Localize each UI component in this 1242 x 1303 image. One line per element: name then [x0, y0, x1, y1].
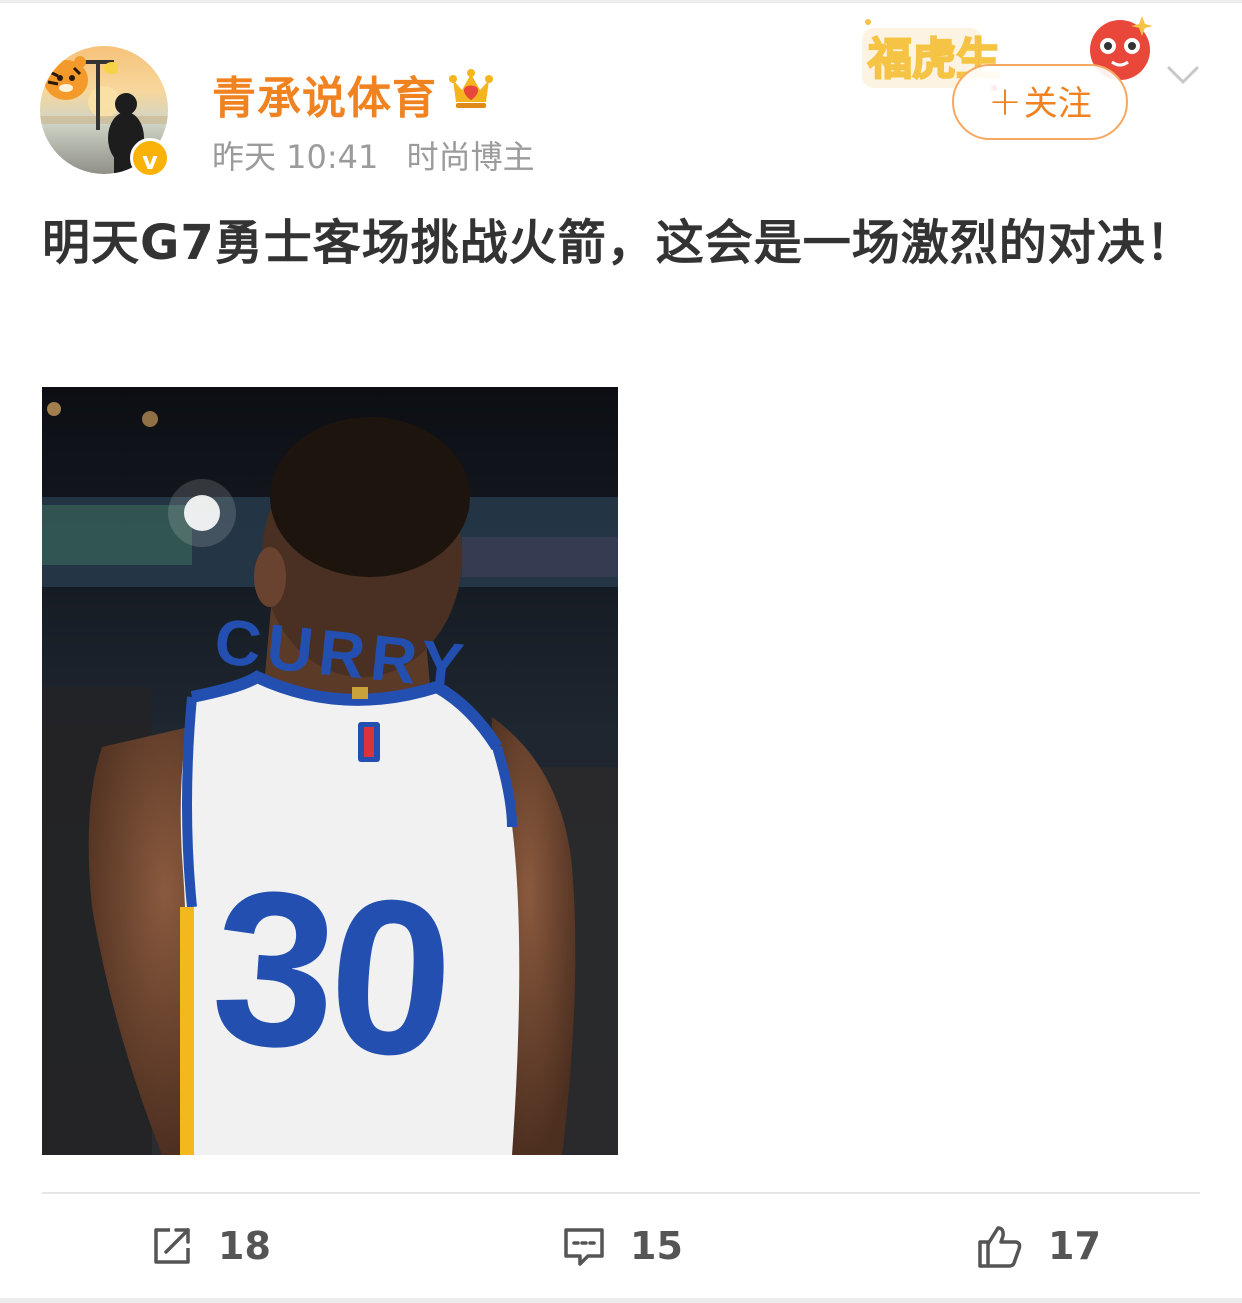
verified-badge-icon: v — [130, 138, 170, 178]
repost-button[interactable]: 18 — [150, 1220, 271, 1272]
divider — [42, 1192, 1200, 1194]
comment-icon — [564, 1228, 604, 1266]
repost-icon — [154, 1228, 190, 1264]
follow-button-label: 关注 — [1023, 84, 1092, 124]
post-text: 明天G7勇士客场挑战火箭，这会是一场激烈的对决！ — [42, 215, 1195, 271]
bottom-border — [0, 1298, 1242, 1303]
follow-plus-icon: + — [988, 79, 1022, 125]
post-meta: 昨天 10:41 时尚博主 — [212, 132, 553, 178]
chevron-down-icon[interactable] — [1166, 64, 1200, 88]
repost-count: 18 — [218, 1224, 271, 1268]
jersey-number: 30 — [205, 842, 455, 1104]
comment-button[interactable]: 15 — [562, 1220, 683, 1272]
vip-crown-icon — [449, 69, 493, 108]
post-image[interactable]: CURRY 30 — [42, 387, 618, 1155]
post-time: 昨天 10:41 — [212, 138, 379, 176]
user-name[interactable]: 青承说体育 — [212, 62, 437, 126]
tiger-sticker — [44, 56, 118, 100]
like-button[interactable]: 17 — [976, 1220, 1101, 1272]
follow-button[interactable]: +关注 — [952, 64, 1128, 140]
user-tag: 时尚博主 — [406, 138, 535, 176]
thumbs-up-icon — [978, 1226, 1022, 1268]
comment-count: 15 — [630, 1224, 683, 1268]
top-border — [0, 0, 1242, 3]
like-count: 17 — [1048, 1224, 1101, 1268]
